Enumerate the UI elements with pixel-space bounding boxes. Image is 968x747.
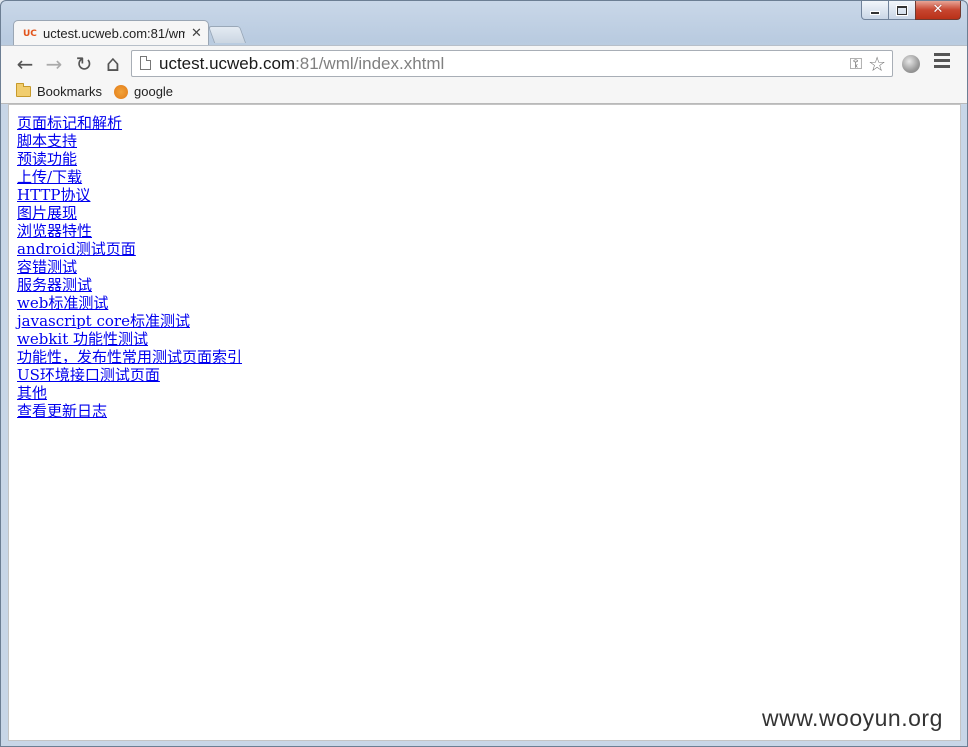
toolbar: ← → ↻ ⌂ uctest.ucweb.com:81/wml/index.xh… [1,45,967,82]
maximize-icon [897,5,907,15]
close-window-button[interactable]: ✕ [915,1,961,20]
link-us-env[interactable]: US环境接口测试页面 [17,366,160,384]
list-item: 页面标记和解析 [17,114,242,132]
reload-icon: ↻ [75,52,93,76]
list-item: 预读功能 [17,150,242,168]
close-icon: ✕ [932,2,944,17]
forward-arrow-icon: → [45,52,63,76]
uc-favicon-icon: UC [23,28,37,39]
link-browser-features[interactable]: 浏览器特性 [17,222,92,240]
back-arrow-icon: ← [16,52,34,76]
forward-button[interactable]: → [42,52,66,76]
link-script-support[interactable]: 脚本支持 [17,132,77,150]
page-icon [140,56,151,70]
window-controls: ✕ [861,1,961,21]
link-upload-download[interactable]: 上传/下载 [17,168,82,186]
list-item: 上传/下载 [17,168,242,186]
link-list: 页面标记和解析 脚本支持 预读功能 上传/下载 HTTP协议 图片展现 浏览器特… [17,114,242,420]
link-common-index[interactable]: 功能性，发布性常用测试页面索引 [17,348,242,366]
link-webkit[interactable]: webkit 功能性测试 [17,330,148,348]
folder-icon [16,83,31,97]
maximize-button[interactable] [888,1,916,20]
list-item: 容错测试 [17,258,242,276]
link-server-test[interactable]: 服务器测试 [17,276,92,294]
list-item: 查看更新日志 [17,402,242,420]
back-button[interactable]: ← [13,52,37,76]
link-preread[interactable]: 预读功能 [17,150,77,168]
watermark: www.wooyun.org [762,705,943,731]
list-item: web标准测试 [17,294,242,312]
minimize-icon [871,12,879,14]
bookmark-star-icon[interactable]: ☆ [868,52,886,76]
bookmark-label: Bookmarks [37,84,103,99]
minimize-button[interactable] [861,1,889,20]
list-item: 浏览器特性 [17,222,242,240]
bookmark-folder[interactable]: Bookmarks [16,83,103,99]
bookmark-label: google [134,84,174,99]
browser-window: ✕ UC uctest.ucweb.com:81/wml/index.xhtml… [0,0,968,747]
link-fault-tolerance[interactable]: 容错测试 [17,258,77,276]
list-item: 图片展现 [17,204,242,222]
menu-icon[interactable] [934,53,950,71]
list-item: 功能性，发布性常用测试页面索引 [17,348,242,366]
link-page-markup[interactable]: 页面标记和解析 [17,114,122,132]
key-icon[interactable]: ⚿ [850,54,862,74]
url-text[interactable]: uctest.ucweb.com:81/wml/index.xhtml [159,54,444,74]
bookmark-google[interactable]: google [114,84,173,99]
bookmarks-bar: Bookmarks google [1,81,967,104]
link-image-display[interactable]: 图片展现 [17,204,77,222]
list-item: 其他 [17,384,242,402]
list-item: android测试页面 [17,240,242,258]
page-content: 页面标记和解析 脚本支持 预读功能 上传/下载 HTTP协议 图片展现 浏览器特… [8,104,961,741]
link-android-test[interactable]: android测试页面 [17,240,136,258]
tab-title: uctest.ucweb.com:81/wml/index.xhtml [43,26,185,41]
list-item: 脚本支持 [17,132,242,150]
list-item: javascript core标准测试 [17,312,242,330]
home-button[interactable]: ⌂ [101,51,125,77]
link-other[interactable]: 其他 [17,384,47,402]
url-host: uctest.ucweb.com [159,54,296,73]
list-item: webkit 功能性测试 [17,330,242,348]
link-web-standards[interactable]: web标准测试 [17,294,108,312]
link-changelog[interactable]: 查看更新日志 [17,402,107,420]
tab-active[interactable]: UC uctest.ucweb.com:81/wml/index.xhtml ✕ [13,20,209,46]
new-tab-button[interactable] [207,26,247,43]
tab-close-icon[interactable]: ✕ [191,26,202,41]
list-item: HTTP协议 [17,186,242,204]
address-bar[interactable]: uctest.ucweb.com:81/wml/index.xhtml ⚿ ☆ [131,50,893,77]
google-favicon-icon [114,84,128,99]
list-item: US环境接口测试页面 [17,366,242,384]
link-http[interactable]: HTTP协议 [17,186,90,204]
list-item: 服务器测试 [17,276,242,294]
link-js-core[interactable]: javascript core标准测试 [17,312,190,330]
home-icon: ⌂ [106,51,120,77]
url-path: :81/wml/index.xhtml [295,54,445,73]
reload-button[interactable]: ↻ [72,52,96,76]
globe-extension-icon[interactable] [902,55,920,73]
